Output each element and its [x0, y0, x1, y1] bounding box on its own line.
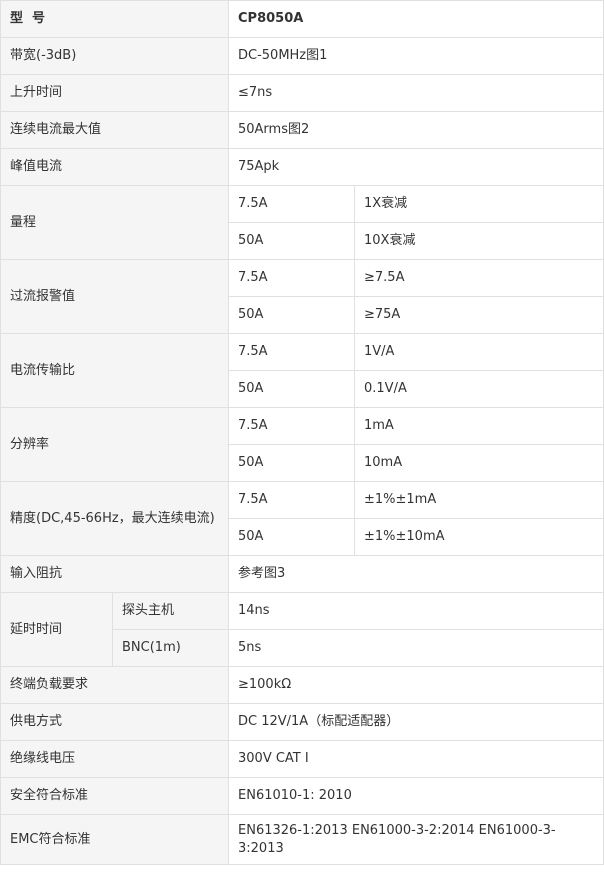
delay-sub-value: 14ns — [228, 592, 604, 630]
table-row: 量程 7.5A 1X衰减 — [0, 185, 604, 260]
table-row: 供电方式 DC 12V/1A（标配适配器） — [0, 703, 604, 741]
delay-sub-label: 探头主机 — [112, 592, 229, 630]
transfer-ratio-sub-a: 7.5A — [228, 333, 355, 371]
table-row: 峰值电流 75Apk — [0, 148, 604, 186]
header-label: 型 号 — [0, 0, 229, 38]
input-impedance-value: 参考图3 — [228, 555, 604, 593]
transfer-ratio-sub-b: 0.1V/A — [354, 370, 604, 408]
accuracy-sub-a: 7.5A — [228, 481, 355, 519]
range-sub-b: 1X衰减 — [354, 185, 604, 223]
range-sub-b: 10X衰减 — [354, 222, 604, 260]
terminal-load-label: 终端负载要求 — [0, 666, 229, 704]
table-row: 带宽(-3dB) DC-50MHz图1 — [0, 37, 604, 75]
table-row: 延时时间 探头主机 14ns — [0, 592, 604, 667]
safety-label: 安全符合标准 — [0, 777, 229, 815]
table-row: 绝缘线电压 300V CAT I — [0, 740, 604, 778]
emc-value: EN61326-1:2013 EN61000-3-2:2014 EN61000-… — [228, 814, 604, 865]
accuracy-label: 精度(DC,45-66Hz，最大连续电流) — [0, 481, 229, 556]
accuracy-sub-a: 50A — [228, 518, 355, 556]
overcurrent-sub-a: 7.5A — [228, 259, 355, 297]
model-value: CP8050A — [228, 0, 604, 38]
cont-current-value: 50Arms图2 — [228, 111, 604, 149]
table-row: 上升时间 ≤7ns — [0, 74, 604, 112]
resolution-sub-a: 50A — [228, 444, 355, 482]
power-value: DC 12V/1A（标配适配器） — [228, 703, 604, 741]
terminal-load-value: ≥100kΩ — [228, 666, 604, 704]
table-row: 电流传输比 7.5A 1V/A — [0, 333, 604, 408]
range-label: 量程 — [0, 185, 229, 260]
emc-label: EMC符合标准 — [0, 814, 229, 865]
table-row: 输入阻抗 参考图3 — [0, 555, 604, 593]
table-row: 连续电流最大值 50Arms图2 — [0, 111, 604, 149]
table-row: 终端负载要求 ≥100kΩ — [0, 666, 604, 704]
accuracy-sub-b: ±1%±10mA — [354, 518, 604, 556]
range-sub-a: 50A — [228, 222, 355, 260]
table-row: 安全符合标准 EN61010-1: 2010 — [0, 777, 604, 815]
overcurrent-label: 过流报警值 — [0, 259, 229, 334]
overcurrent-sub-b: ≥75A — [354, 296, 604, 334]
cont-current-label: 连续电流最大值 — [0, 111, 229, 149]
table-row: EMC符合标准 EN61326-1:2013 EN61000-3-2:2014 … — [0, 814, 604, 865]
delay-label: 延时时间 — [0, 592, 113, 667]
resolution-sub-b: 10mA — [354, 444, 604, 482]
table-row: 精度(DC,45-66Hz，最大连续电流) 7.5A ±1%±1mA — [0, 481, 604, 556]
input-impedance-label: 输入阻抗 — [0, 555, 229, 593]
transfer-ratio-sub-b: 1V/A — [354, 333, 604, 371]
safety-value: EN61010-1: 2010 — [228, 777, 604, 815]
accuracy-sub-b: ±1%±1mA — [354, 481, 604, 519]
power-label: 供电方式 — [0, 703, 229, 741]
table-row: 分辨率 7.5A 1mA — [0, 407, 604, 482]
insulation-label: 绝缘线电压 — [0, 740, 229, 778]
range-sub-a: 7.5A — [228, 185, 355, 223]
spec-table: 型 号 CP8050A 带宽(-3dB) DC-50MHz图1 上升时间 ≤7n… — [0, 0, 604, 865]
rise-time-label: 上升时间 — [0, 74, 229, 112]
header-row: 型 号 CP8050A — [0, 0, 604, 38]
bandwidth-value: DC-50MHz图1 — [228, 37, 604, 75]
peak-current-label: 峰值电流 — [0, 148, 229, 186]
transfer-ratio-sub-a: 50A — [228, 370, 355, 408]
resolution-sub-a: 7.5A — [228, 407, 355, 445]
delay-sub-value: 5ns — [228, 629, 604, 667]
overcurrent-sub-b: ≥7.5A — [354, 259, 604, 297]
bandwidth-label: 带宽(-3dB) — [0, 37, 229, 75]
rise-time-value: ≤7ns — [228, 74, 604, 112]
table-row: 过流报警值 7.5A ≥7.5A — [0, 259, 604, 334]
peak-current-value: 75Apk — [228, 148, 604, 186]
overcurrent-sub-a: 50A — [228, 296, 355, 334]
resolution-label: 分辨率 — [0, 407, 229, 482]
resolution-sub-b: 1mA — [354, 407, 604, 445]
insulation-value: 300V CAT I — [228, 740, 604, 778]
transfer-ratio-label: 电流传输比 — [0, 333, 229, 408]
delay-sub-label: BNC(1m) — [112, 629, 229, 667]
